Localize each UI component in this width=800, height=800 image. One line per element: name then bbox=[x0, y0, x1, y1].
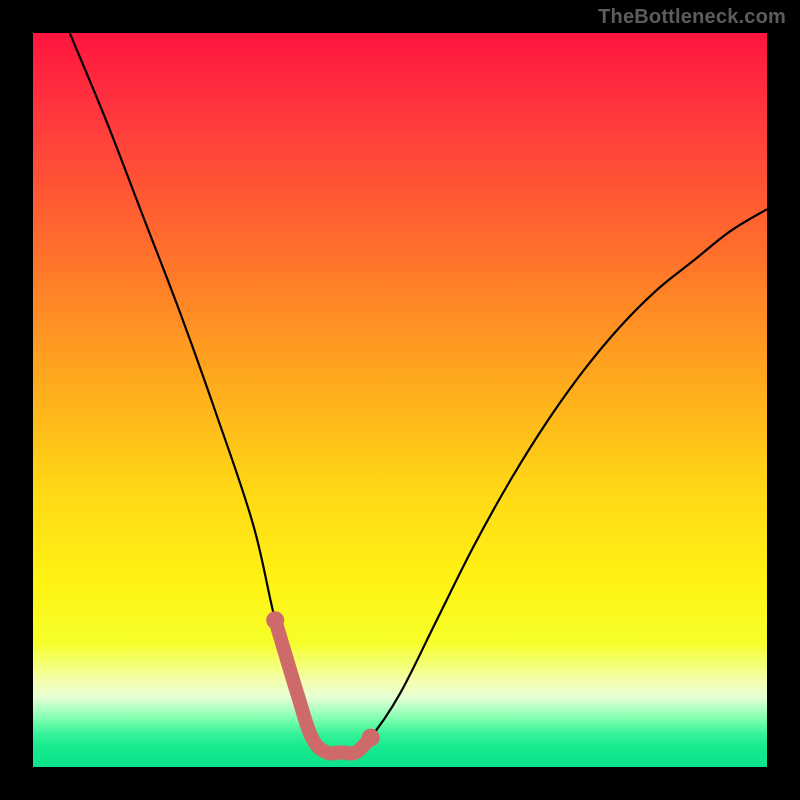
bottleneck-curve bbox=[70, 33, 767, 753]
highlight-endpoint bbox=[362, 729, 380, 747]
chart-stage: TheBottleneck.com bbox=[0, 0, 800, 800]
curve-layer bbox=[33, 33, 767, 767]
highlight-endpoint bbox=[266, 611, 284, 629]
plot-area bbox=[33, 33, 767, 767]
watermark-text: TheBottleneck.com bbox=[598, 6, 786, 29]
highlight-segment bbox=[275, 620, 370, 753]
